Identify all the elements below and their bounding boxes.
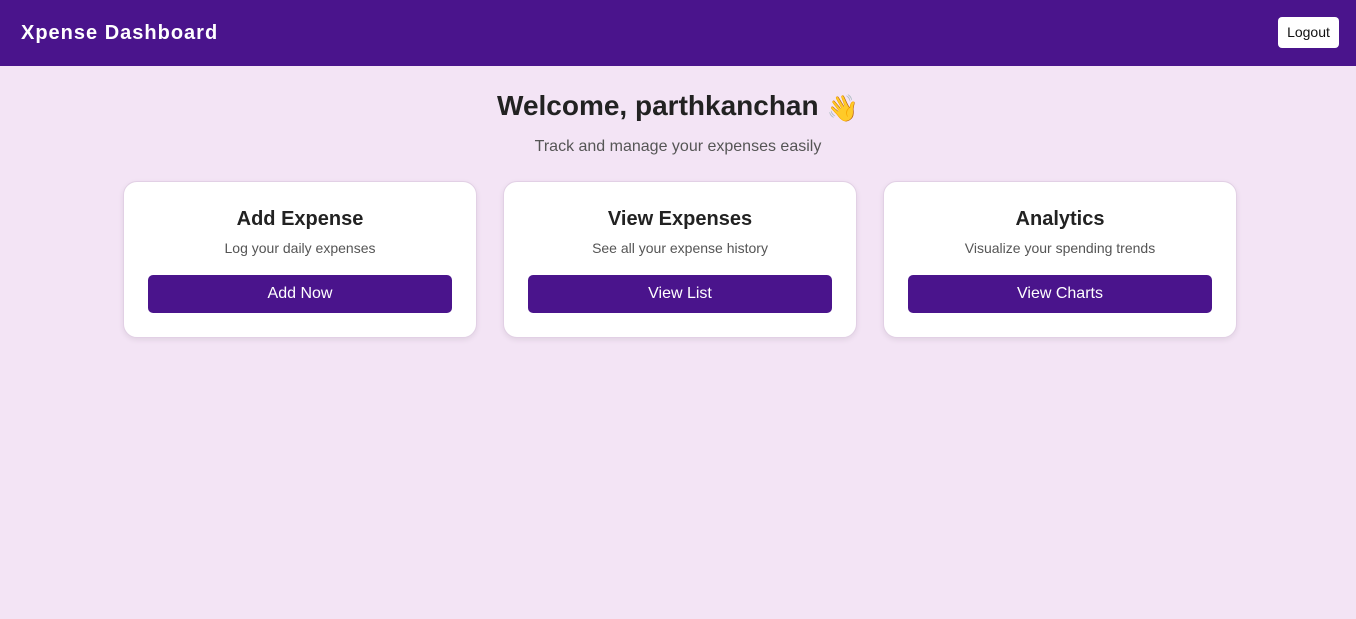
waving-hand-icon: 👋 <box>826 93 859 123</box>
card-description: Visualize your spending trends <box>964 240 1156 256</box>
add-now-button[interactable]: Add Now <box>148 275 452 313</box>
card-title: View Expenses <box>607 208 753 230</box>
card-title: Analytics <box>1015 208 1105 230</box>
view-charts-button[interactable]: View Charts <box>908 275 1212 313</box>
action-cards: Add Expense Log your daily expenses Add … <box>123 181 1237 338</box>
app-title: Xpense Dashboard <box>21 21 219 44</box>
card-view-expenses: View Expenses See all your expense histo… <box>503 181 857 338</box>
card-title: Add Expense <box>236 208 364 230</box>
welcome-text: Welcome, parthkanchan <box>497 90 819 121</box>
welcome-heading: Welcome, parthkanchan 👋 <box>0 88 1356 126</box>
card-description: Log your daily expenses <box>224 240 376 256</box>
welcome-section: Welcome, parthkanchan 👋 Track and manage … <box>0 88 1356 157</box>
card-analytics: Analytics Visualize your spending trends… <box>883 181 1237 338</box>
logout-button[interactable]: Logout <box>1278 16 1339 48</box>
card-description: See all your expense history <box>592 240 768 256</box>
welcome-subtitle: Track and manage your expenses easily <box>534 138 822 155</box>
top-navbar: Xpense Dashboard Logout <box>0 0 1356 66</box>
view-list-button[interactable]: View List <box>528 275 832 313</box>
card-add-expense: Add Expense Log your daily expenses Add … <box>123 181 477 338</box>
